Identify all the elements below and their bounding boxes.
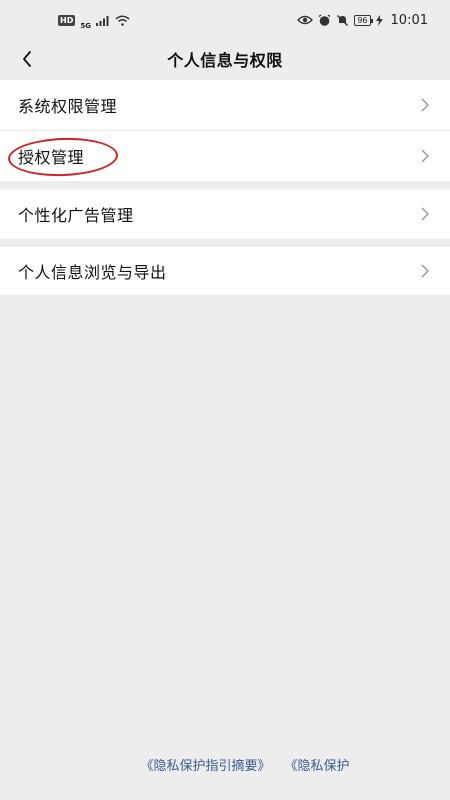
status-bar-right: 96 10:01 (297, 13, 428, 28)
menu-item-label: 授权管理 (18, 148, 85, 167)
status-bar-left: HD 5G (58, 10, 130, 30)
privacy-policy-link[interactable]: 《隐私保护 (285, 755, 350, 774)
menu-item-label: 个性化广告管理 (18, 206, 134, 225)
network-type: 5G (80, 22, 91, 30)
wifi-icon (115, 15, 130, 26)
menu-item-personalized-ads[interactable]: 个性化广告管理 (0, 189, 450, 239)
navigation-bar: 个人信息与权限 (0, 40, 450, 78)
battery-icon: 96 (354, 14, 373, 26)
alarm-icon (318, 13, 331, 26)
mute-icon (337, 14, 349, 26)
back-button[interactable] (12, 44, 42, 74)
menu-item-label: 个人信息浏览与导出 (18, 263, 167, 282)
chevron-right-icon (421, 98, 429, 112)
status-time: 10:01 (390, 12, 428, 28)
menu-item-authorization[interactable]: 授权管理 (0, 131, 450, 181)
menu-item-system-permissions[interactable]: 系统权限管理 (0, 80, 450, 130)
chevron-right-icon (421, 207, 429, 221)
menu-item-label: 系统权限管理 (18, 97, 118, 116)
menu-item-personal-info-export[interactable]: 个人信息浏览与导出 (0, 247, 450, 295)
status-bar: HD 5G 96 10:01 (0, 0, 450, 40)
signal-icon (95, 15, 109, 26)
privacy-summary-link[interactable]: 《隐私保护指引摘要》 (140, 755, 270, 774)
eye-icon (297, 15, 314, 25)
charging-icon (375, 14, 383, 26)
hd-badge: HD (58, 14, 76, 26)
footer-links: 《隐私保护指引摘要》 《隐私保护 (0, 752, 450, 776)
chevron-right-icon (421, 149, 429, 163)
back-chevron-icon (23, 51, 31, 67)
page-title: 个人信息与权限 (167, 51, 283, 70)
chevron-right-icon (421, 264, 429, 278)
